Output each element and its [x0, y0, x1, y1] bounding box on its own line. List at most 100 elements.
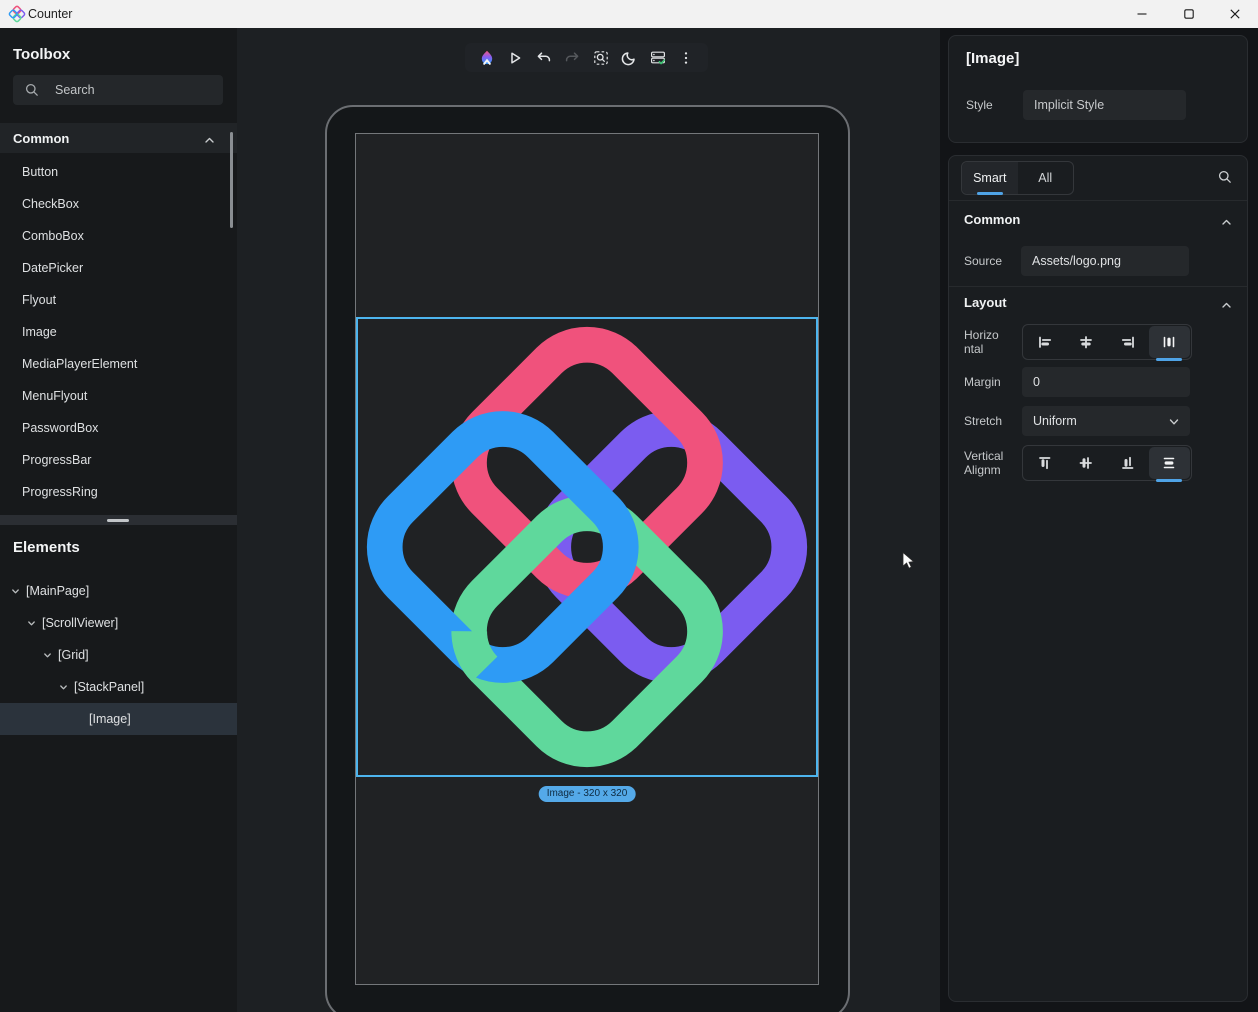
properties-search-icon[interactable] — [1217, 169, 1233, 190]
maximize-icon — [1183, 8, 1195, 20]
properties-card: Smart All Common Source — [948, 155, 1248, 1002]
align-center-button[interactable] — [1066, 326, 1108, 358]
toolbox-item-combobox[interactable]: ComboBox — [0, 220, 237, 252]
stretch-select[interactable]: Uniform — [1022, 406, 1190, 436]
toolbox-section-common[interactable]: Common — [0, 123, 237, 153]
selected-image-element[interactable] — [356, 317, 818, 777]
toolbox-item-menuflyout[interactable]: MenuFlyout — [0, 380, 237, 412]
hot-design-flame-icon[interactable] — [478, 49, 496, 67]
chevron-up-icon[interactable] — [1221, 215, 1232, 233]
valign-top-icon — [1037, 455, 1053, 471]
chevron-down-icon[interactable] — [10, 586, 22, 597]
common-section-header[interactable]: Common — [964, 212, 1020, 227]
window-title: Counter — [28, 7, 72, 21]
chevron-down-icon — [1168, 416, 1180, 431]
elements-title: Elements — [13, 539, 250, 556]
undo-icon[interactable] — [535, 49, 553, 67]
tab-smart[interactable]: Smart — [962, 162, 1018, 194]
valign-top-button[interactable] — [1024, 447, 1066, 479]
divider — [949, 286, 1247, 287]
chevron-down-icon[interactable] — [42, 650, 54, 661]
toolbox-item-passwordbox[interactable]: PasswordBox — [0, 412, 237, 444]
toolbox-scrollbar[interactable] — [230, 132, 233, 228]
vertical-label-line1: Vertical — [964, 449, 1003, 463]
minimize-button[interactable] — [1119, 0, 1165, 28]
play-icon[interactable] — [506, 49, 524, 67]
elements-panel: Elements [MainPage] [ScrollViewer] [Grid… — [0, 525, 237, 1012]
style-input[interactable] — [1023, 90, 1186, 120]
align-right-button[interactable] — [1107, 326, 1149, 358]
title-bar: Counter — [0, 0, 1258, 28]
selected-indicator — [1156, 479, 1182, 482]
redo-icon[interactable] — [563, 49, 581, 67]
toolbox-search-input[interactable] — [13, 75, 223, 105]
align-left-button[interactable] — [1024, 326, 1066, 358]
chevron-down-icon[interactable] — [58, 682, 70, 693]
selection-size-badge: Image - 320 x 320 — [539, 786, 636, 802]
close-button[interactable] — [1212, 0, 1258, 28]
dark-mode-moon-icon[interactable] — [620, 49, 638, 67]
toolbox-item-mediaplayerelement[interactable]: MediaPlayerElement — [0, 348, 237, 380]
zoom-selection-icon[interactable] — [592, 49, 610, 67]
elements-tree: [MainPage] [ScrollViewer] [Grid] [StackP… — [0, 575, 237, 735]
align-right-icon — [1120, 334, 1136, 350]
align-stretch-button[interactable] — [1149, 326, 1191, 358]
toolbox-item-progressbar[interactable]: ProgressBar — [0, 444, 237, 476]
chevron-up-icon[interactable] — [1221, 298, 1232, 316]
chevron-down-icon[interactable] — [26, 618, 38, 629]
horizontal-label-line2: ntal — [964, 342, 983, 356]
vertical-alignment-group — [1022, 445, 1192, 481]
panel-splitter[interactable] — [0, 515, 237, 525]
source-input[interactable] — [1021, 246, 1189, 276]
margin-input[interactable] — [1022, 367, 1190, 397]
valign-stretch-button[interactable] — [1149, 447, 1191, 479]
toolbox-item-flyout[interactable]: Flyout — [0, 284, 237, 316]
valign-center-button[interactable] — [1066, 447, 1108, 479]
maximize-button[interactable] — [1166, 0, 1212, 28]
align-stretch-icon — [1161, 334, 1177, 350]
tree-item-stackpanel[interactable]: [StackPanel] — [0, 671, 237, 703]
design-toolbar — [465, 43, 708, 72]
left-panel: Toolbox Common Button CheckBox ComboBox … — [0, 28, 237, 1012]
app-logo-icon — [8, 5, 26, 28]
stretch-label: Stretch — [964, 414, 1002, 428]
selected-element-title: [Image] — [966, 50, 1019, 67]
tree-item-grid[interactable]: [Grid] — [0, 639, 237, 671]
mouse-cursor — [902, 552, 919, 575]
valign-bottom-button[interactable] — [1107, 447, 1149, 479]
tree-item-scrollviewer[interactable]: [ScrollViewer] — [0, 607, 237, 639]
divider — [949, 200, 1247, 201]
close-icon — [1229, 8, 1241, 20]
properties-tabs: Smart All — [961, 161, 1074, 195]
toolbox-item-progressring[interactable]: ProgressRing — [0, 476, 237, 508]
layout-section-header[interactable]: Layout — [964, 295, 1007, 310]
toolbox-item-list: Button CheckBox ComboBox DatePicker Flyo… — [0, 156, 237, 508]
toolbox-item-datepicker[interactable]: DatePicker — [0, 252, 237, 284]
chevron-up-icon — [204, 133, 215, 151]
toolbox-item-checkbox[interactable]: CheckBox — [0, 188, 237, 220]
splitter-handle-icon — [107, 519, 129, 522]
toolbox-item-button[interactable]: Button — [0, 156, 237, 188]
selected-element-card: [Image] Style — [948, 35, 1248, 143]
tree-item-mainpage[interactable]: [MainPage] — [0, 575, 237, 607]
margin-label: Margin — [964, 375, 1001, 389]
active-tab-indicator — [977, 192, 1003, 195]
selected-indicator — [1156, 358, 1182, 361]
changes-checklist-icon[interactable] — [649, 49, 667, 67]
section-label: Common — [13, 131, 69, 146]
align-left-icon — [1037, 334, 1053, 350]
tree-item-image-selected[interactable]: [Image] — [0, 703, 237, 735]
toolbox-item-image[interactable]: Image — [0, 316, 237, 348]
properties-panel: [Image] Style Smart All — [940, 28, 1258, 1012]
horizontal-label-line1: Horizo — [964, 328, 999, 342]
toolbox-title: Toolbox — [13, 46, 70, 63]
source-label: Source — [964, 254, 1002, 268]
more-options-icon[interactable] — [677, 49, 695, 67]
vertical-label-line2: Alignm — [964, 463, 1001, 477]
align-center-icon — [1078, 334, 1094, 350]
design-canvas[interactable]: Image - 320 x 320 — [237, 28, 940, 1012]
tab-all[interactable]: All — [1018, 162, 1074, 194]
logo-image — [358, 319, 816, 775]
valign-stretch-icon — [1161, 455, 1177, 471]
horizontal-alignment-group — [1022, 324, 1192, 360]
